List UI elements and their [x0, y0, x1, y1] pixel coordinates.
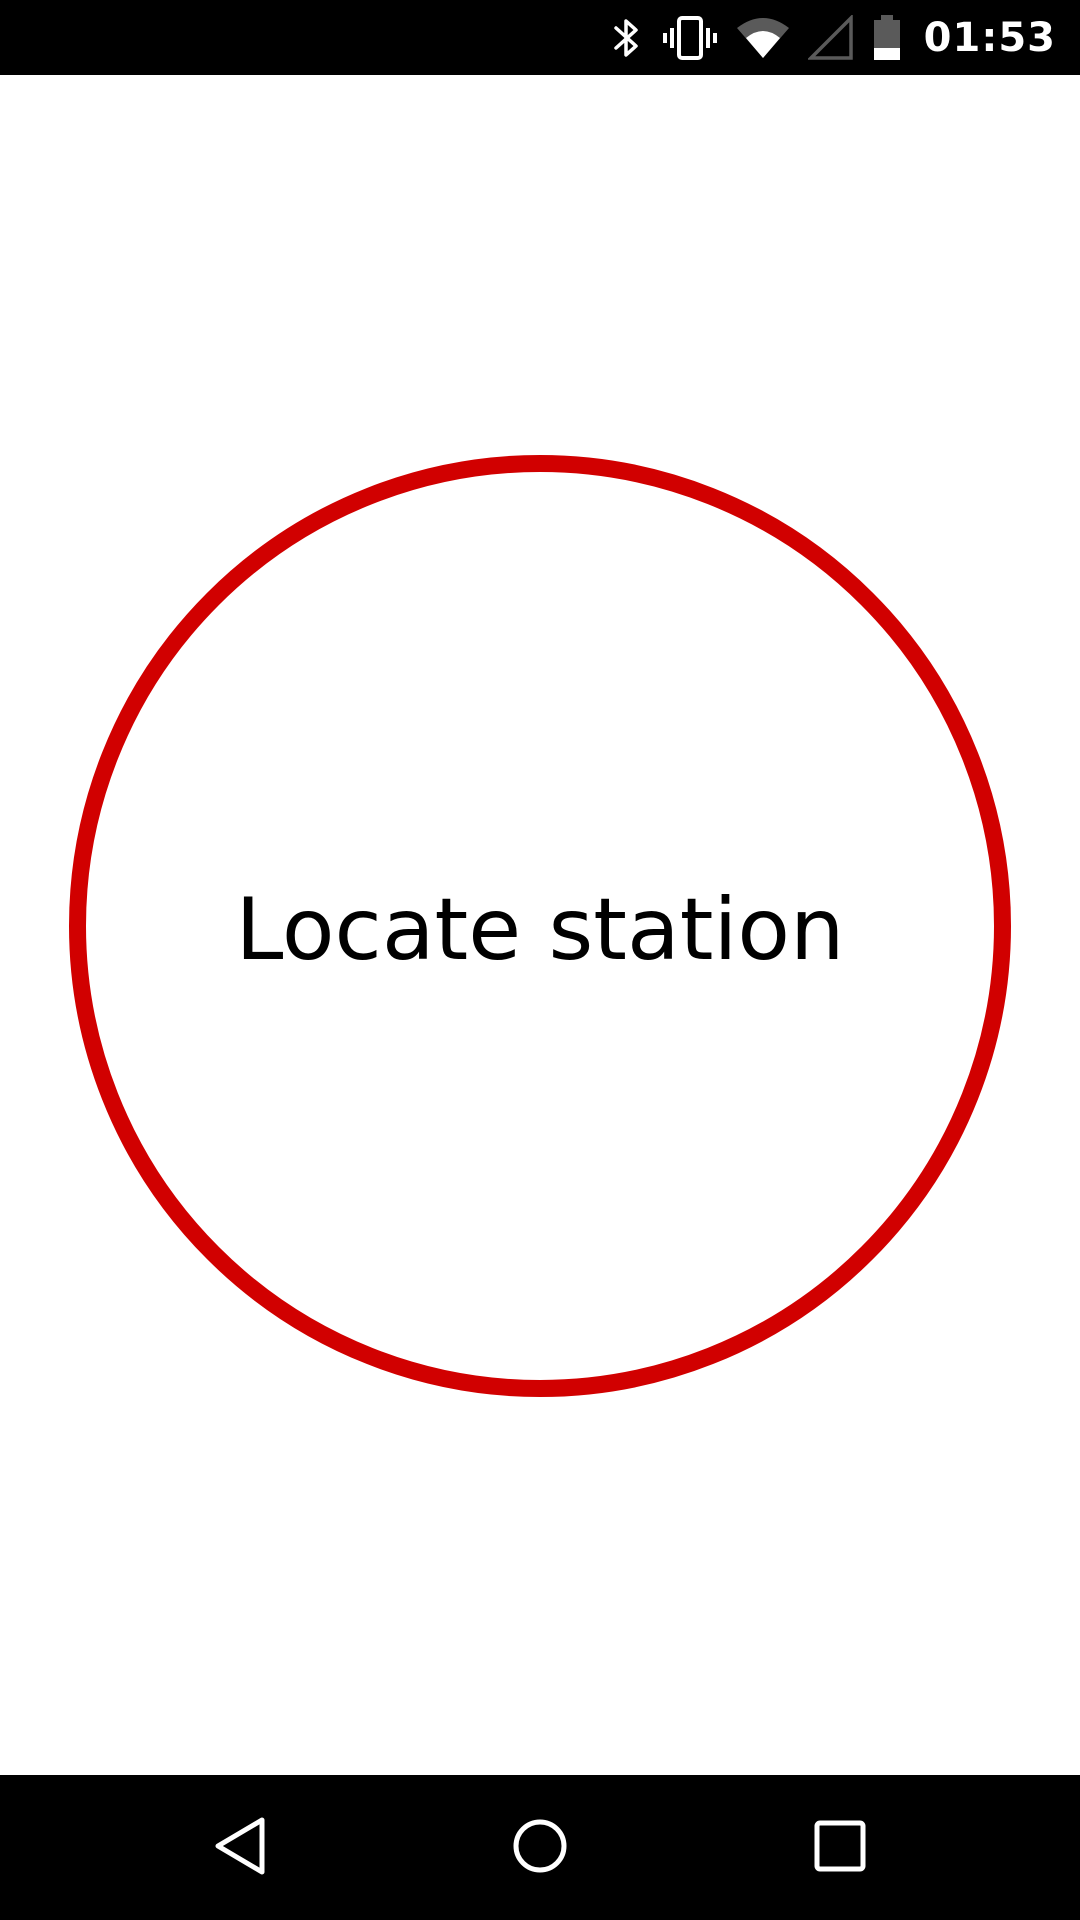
back-icon [212, 1816, 268, 1880]
signal-icon [807, 14, 854, 61]
home-button[interactable] [460, 1775, 620, 1920]
wifi-icon [736, 16, 790, 60]
recents-button[interactable] [760, 1775, 920, 1920]
locate-station-label: Locate station [235, 880, 845, 980]
vibrate-icon [662, 14, 718, 62]
status-icons: 01:53 [610, 0, 1056, 75]
main-content: Locate station [0, 75, 1080, 1775]
locate-station-button[interactable]: Locate station [69, 455, 1011, 1397]
recents-icon [812, 1818, 868, 1878]
battery-icon [872, 14, 902, 62]
navigation-bar [0, 1775, 1080, 1920]
home-icon [510, 1816, 570, 1880]
back-button[interactable] [160, 1775, 320, 1920]
bluetooth-icon [610, 14, 644, 62]
status-bar: 01:53 [0, 0, 1080, 75]
status-time: 01:53 [923, 14, 1056, 61]
